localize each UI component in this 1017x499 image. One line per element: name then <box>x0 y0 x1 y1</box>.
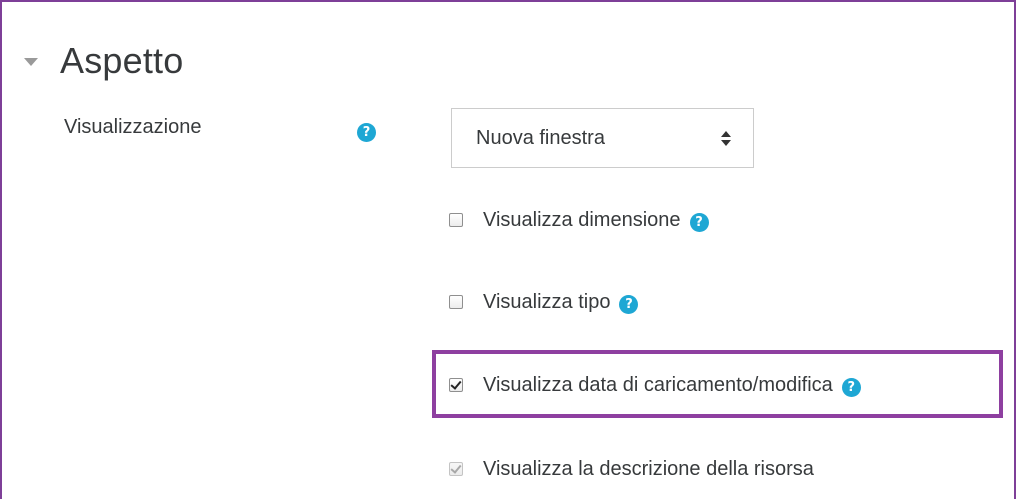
option-label[interactable]: Visualizza dimensione <box>483 209 681 232</box>
checkmark-icon <box>450 462 462 474</box>
option-label[interactable]: Visualizza tipo <box>483 291 610 314</box>
option-visualizza-descrizione: Visualizza la descrizione della risorsa <box>449 454 814 484</box>
help-icon[interactable]: ? <box>619 295 639 314</box>
checkbox-visualizza-dimensione[interactable] <box>449 213 463 227</box>
checkbox-visualizza-descrizione <box>449 462 463 476</box>
option-visualizza-dimensione: Visualizza dimensione ? <box>449 205 709 235</box>
select-arrows-icon <box>721 130 731 146</box>
display-field-label: Visualizzazione <box>64 116 202 138</box>
option-visualizza-tipo: Visualizza tipo ? <box>449 287 639 317</box>
section-title: Aspetto <box>60 40 184 81</box>
settings-panel: Aspetto Visualizzazione ? Nuova finestra… <box>0 0 1016 499</box>
option-label: Visualizza la descrizione della risorsa <box>483 457 814 480</box>
checkbox-visualizza-tipo[interactable] <box>449 295 463 309</box>
caret-down-icon[interactable] <box>24 58 38 66</box>
section-header-aspetto[interactable]: Aspetto <box>24 36 183 86</box>
help-icon[interactable]: ? <box>689 213 709 232</box>
highlight-box <box>432 350 1003 418</box>
display-select-value: Nuova finestra <box>476 126 605 149</box>
display-select[interactable]: Nuova finestra <box>451 108 754 168</box>
help-icon[interactable]: ? <box>357 123 376 142</box>
